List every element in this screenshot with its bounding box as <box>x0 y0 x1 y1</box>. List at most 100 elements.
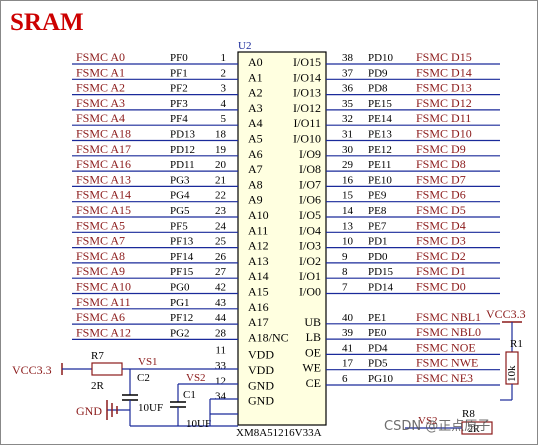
pin-name: A16 <box>248 300 269 314</box>
port-label: PD4 <box>368 342 388 354</box>
chip-part: XM8A51216V33A <box>236 427 322 439</box>
pin-number: 24 <box>215 220 227 232</box>
pin-number: 42 <box>215 282 226 294</box>
port-label: PE13 <box>368 129 392 141</box>
port-label: PF3 <box>170 98 188 110</box>
port-label: PF2 <box>170 83 188 95</box>
net-label: FSMC D14 <box>416 65 472 79</box>
c1-ref: C1 <box>183 389 196 401</box>
port-label: PE9 <box>368 190 387 202</box>
port-label: PD10 <box>368 52 394 64</box>
port-label: PG10 <box>368 373 394 385</box>
pin-name: I/O13 <box>293 86 321 100</box>
net-label: FSMC NWE <box>416 356 478 370</box>
pin-name: A13 <box>248 254 269 268</box>
port-label: PD8 <box>368 83 388 95</box>
net-label: FSMC A2 <box>76 81 125 95</box>
net-label: FSMC A12 <box>76 325 131 339</box>
pin-number: 44 <box>215 312 227 324</box>
net-label: FSMC D1 <box>416 264 466 278</box>
net-label: FSMC D9 <box>416 142 466 156</box>
port-label: PE10 <box>368 174 392 186</box>
r1-val: 10k <box>506 365 518 382</box>
pin-name: OE <box>305 345 321 359</box>
pin-number: 23 <box>215 205 227 217</box>
pin-number: 1 <box>221 52 227 64</box>
port-label: PD0 <box>368 251 388 263</box>
pin-name: A5 <box>248 132 263 146</box>
port-label: PG0 <box>170 282 190 294</box>
pin-number: 12 <box>215 375 226 387</box>
net-label: FSMC D15 <box>416 50 472 64</box>
port-label: PF14 <box>170 251 194 263</box>
pin-name: A6 <box>248 147 263 161</box>
pin-name: I/O5 <box>299 208 321 222</box>
pin-name: I/O9 <box>299 147 321 161</box>
pin-number: 11 <box>215 345 226 357</box>
pin-name: I/O4 <box>299 223 321 237</box>
pin-number: 34 <box>215 391 227 403</box>
port-label: PG2 <box>170 327 190 339</box>
net-label: FSMC A13 <box>76 172 131 186</box>
pin-name: VDD <box>248 348 274 362</box>
net-label: FSMC NBL1 <box>416 310 481 324</box>
c1-val: 10UF <box>186 418 211 430</box>
chip-ref: U2 <box>238 40 251 52</box>
net-label: FSMC D0 <box>416 280 466 294</box>
pin-number: 3 <box>221 83 227 95</box>
net-label: FSMC A8 <box>76 249 125 263</box>
port-label: PD11 <box>170 159 195 171</box>
pin-name: I/O7 <box>299 177 321 191</box>
net-label: FSMC A17 <box>76 142 131 156</box>
pin-number: 35 <box>342 98 354 110</box>
net-label: FSMC A3 <box>76 96 125 110</box>
pin-name: A12 <box>248 239 269 253</box>
net-label: FSMC A18 <box>76 127 131 141</box>
c2-val: 10UF <box>138 402 163 414</box>
port-label: PD12 <box>170 144 195 156</box>
port-label: PD5 <box>368 358 388 370</box>
net-label: FSMC A1 <box>76 65 125 79</box>
pin-number: 16 <box>342 174 354 186</box>
net-label: FSMC D5 <box>416 203 466 217</box>
net-label: FSMC D13 <box>416 81 472 95</box>
vs2-label-a: VS2 <box>186 372 206 384</box>
port-label: PE8 <box>368 205 387 217</box>
pin-number: 33 <box>215 360 227 372</box>
port-label: PE7 <box>368 220 387 232</box>
port-label: PD1 <box>368 236 388 248</box>
c2-ref: C2 <box>137 372 150 384</box>
pin-number: 32 <box>342 113 353 125</box>
pin-number: 39 <box>342 327 354 339</box>
net-label: FSMC A7 <box>76 234 125 248</box>
r1-ref: R1 <box>510 338 523 350</box>
net-label: FSMC A9 <box>76 264 125 278</box>
pin-name: WE <box>302 361 321 375</box>
pin-name: A10 <box>248 208 269 222</box>
pin-name: GND <box>248 394 274 408</box>
pin-name: A3 <box>248 101 263 115</box>
net-label: FSMC A11 <box>76 295 131 309</box>
pin-name: I/O3 <box>299 239 321 253</box>
pin-name: I/O8 <box>299 162 321 176</box>
net-label: FSMC A4 <box>76 111 125 125</box>
pin-name: VDD <box>248 363 274 377</box>
schematic-canvas: SRAM U2 XM8A51216V33A FSMC A0 PF0 1 A0 FSMC … <box>0 0 538 445</box>
port-label: PG4 <box>170 190 190 202</box>
port-label: PF1 <box>170 67 188 79</box>
pin-name: A7 <box>248 162 263 176</box>
pin-number: 31 <box>342 129 353 141</box>
pin-number: 5 <box>221 113 227 125</box>
pin-name: I/O2 <box>299 254 321 268</box>
net-label: FSMC A15 <box>76 203 131 217</box>
net-label: FSMC D11 <box>416 111 471 125</box>
pin-number: 38 <box>342 52 354 64</box>
port-label: PD15 <box>368 266 394 278</box>
pin-number: 40 <box>342 312 354 324</box>
pin-name: A8 <box>248 177 263 191</box>
r7-resistor <box>91 362 123 376</box>
port-label: PF5 <box>170 220 188 232</box>
pin-name: I/O11 <box>293 116 321 130</box>
port-label: PD9 <box>368 67 388 79</box>
pin-number: 17 <box>342 358 354 370</box>
